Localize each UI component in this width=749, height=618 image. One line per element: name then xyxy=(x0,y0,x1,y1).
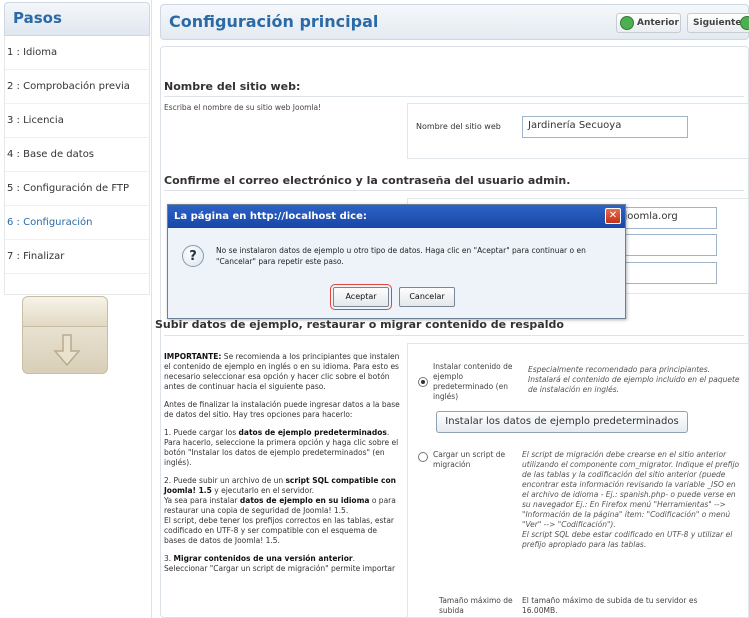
sidebar-title: Pasos xyxy=(4,2,150,36)
install-default-label: Instalar contenido de ejemplo predetermi… xyxy=(433,362,513,401)
option2-bold-2: datos de ejemplo en su idioma xyxy=(239,496,370,505)
alert-dialog: La página en http://localhost dice: ✕ ? … xyxy=(167,204,626,319)
migration-script-radio[interactable] xyxy=(418,452,428,462)
option2-text-end: y ejecutarlo en el servidor. xyxy=(211,486,315,495)
options-intro: Antes de finalizar la instalación puede … xyxy=(164,400,400,419)
prev-label: Anterior xyxy=(637,18,679,28)
divider xyxy=(164,335,744,336)
next-arrow-icon xyxy=(740,16,749,30)
step-item-base-datos[interactable]: 4 : Base de datos xyxy=(5,138,149,172)
box-lid xyxy=(23,297,107,327)
step-item-finalizar[interactable]: 7 : Finalizar xyxy=(5,240,149,274)
install-sample-data-button[interactable]: Instalar los datos de ejemplo predetermi… xyxy=(436,411,688,433)
question-icon: ? xyxy=(182,245,204,267)
option3-text-2: Seleccionar "Cargar un script de migraci… xyxy=(164,564,396,573)
cancel-button[interactable]: Cancelar xyxy=(399,287,455,307)
important-label: IMPORTANTE: xyxy=(164,352,222,361)
dialog-message: No se instalaron datos de ejemplo u otro… xyxy=(216,246,586,266)
divider xyxy=(164,190,744,191)
dialog-title: La página en http://localhost dice: xyxy=(168,205,625,228)
step-item-comprobacion[interactable]: 2 : Comprobación previa xyxy=(5,70,149,104)
option2-text: 2. Puede subir un archivo de un xyxy=(164,476,286,485)
option3-dot: . xyxy=(352,554,355,563)
max-upload-desc: El tamaño máximo de subida de tu servido… xyxy=(522,596,698,615)
option3-text: 3. xyxy=(164,554,174,563)
max-upload-label: Tamaño máximo de subida xyxy=(439,596,513,615)
step-item-licencia[interactable]: 3 : Licencia xyxy=(5,104,149,138)
install-default-desc: Especialmente recomendado para principia… xyxy=(528,365,740,394)
steps-sidebar: Pasos 1 : Idioma 2 : Comprobación previa… xyxy=(0,0,152,618)
migration-desc-2: El script SQL debe estar codificado en U… xyxy=(522,530,733,549)
prev-arrow-icon xyxy=(620,16,634,30)
step-item-ftp[interactable]: 5 : Configuración de FTP xyxy=(5,172,149,206)
admin-section-title: Confirme el correo electrónico y la cont… xyxy=(164,174,571,187)
sample-instructions: IMPORTANTE: Se recomienda a los principi… xyxy=(164,352,400,582)
option1-text: 1. Puede cargar los xyxy=(164,428,239,437)
migration-script-label: Cargar un script de migración xyxy=(433,450,506,469)
sample-section-title: Subir datos de ejemplo, restaurar o migr… xyxy=(155,318,564,331)
divider xyxy=(164,96,744,97)
page-title: Configuración principal xyxy=(169,12,379,31)
page-header: Configuración principal Anterior Siguien… xyxy=(160,4,749,40)
step-item-configuracion[interactable]: 6 : Configuración xyxy=(5,206,149,240)
option1-bold: datos de ejemplo predeterminados xyxy=(238,428,387,437)
migration-script-desc: El script de migración debe crearse en e… xyxy=(522,450,744,550)
site-name-input[interactable]: Jardinería Secuoya xyxy=(522,116,688,138)
option3-bold: Migrar contenidos de una versión anterio… xyxy=(173,554,353,563)
next-button[interactable]: Siguiente xyxy=(687,13,749,33)
site-name-title: Nombre del sitio web: xyxy=(164,80,301,93)
accept-button[interactable]: Aceptar xyxy=(330,284,392,310)
steps-list: 1 : Idioma 2 : Comprobación previa 3 : L… xyxy=(4,36,150,295)
prev-button[interactable]: Anterior xyxy=(616,13,681,33)
site-name-help: Escriba el nombre de su sitio web Joomla… xyxy=(164,103,322,112)
option2-text-4: El script, debe tener los prefijos corre… xyxy=(164,516,395,545)
joomla-box-logo xyxy=(22,296,108,374)
install-default-radio[interactable] xyxy=(418,377,428,387)
down-arrow-icon xyxy=(53,334,81,367)
option2-text-2: Ya sea para instalar xyxy=(164,496,240,505)
site-name-label: Nombre del sitio web xyxy=(416,122,501,131)
migration-desc-1: El script de migración debe crearse en e… xyxy=(522,450,740,529)
next-label: Siguiente xyxy=(693,18,742,28)
step-item-idioma[interactable]: 1 : Idioma xyxy=(5,36,149,70)
close-icon[interactable]: ✕ xyxy=(605,208,621,224)
